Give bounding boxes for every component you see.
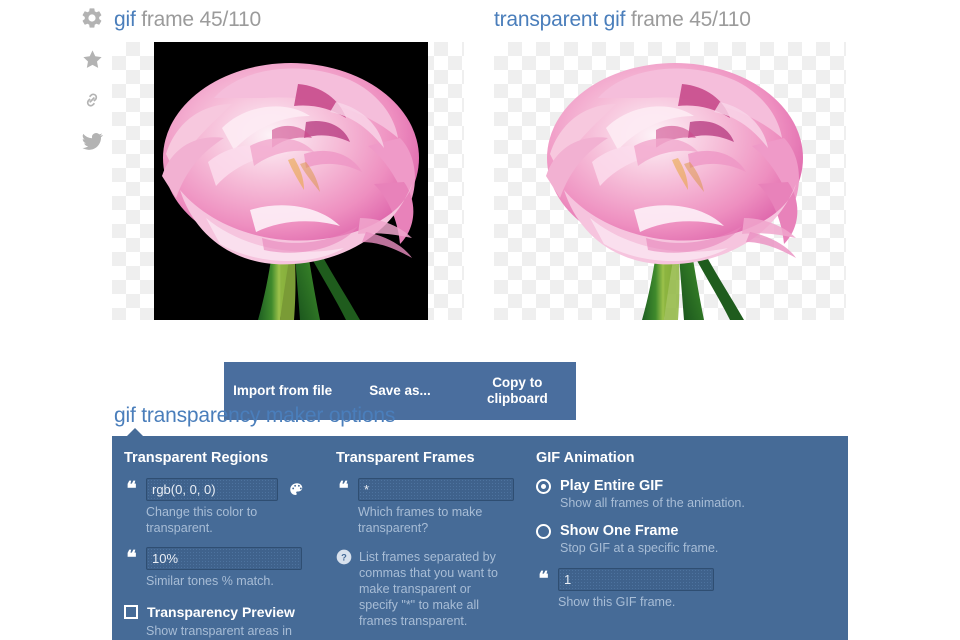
radio-play-entire-gif[interactable] <box>536 478 551 494</box>
transparency-preview-label[interactable]: Transparency Preview <box>147 604 295 620</box>
transparency-preview-hint: Show transparent areas in black and opaq… <box>146 624 292 638</box>
gif-preview-canvas[interactable] <box>112 42 464 320</box>
quote-icon[interactable]: ❝ <box>336 480 351 499</box>
gif-preview-card: Import from file Save as... Copy to clip… <box>112 42 576 420</box>
transparent-image-plate <box>530 42 820 320</box>
transparency-preview-row[interactable]: Transparency Preview <box>124 604 314 620</box>
transparent-color-input[interactable] <box>146 478 278 501</box>
radio-show-one-frame-hint: Stop GIF at a specific frame. <box>560 541 719 555</box>
radio-play-entire-gif-hint: Show all frames of the animation. <box>560 496 745 510</box>
frames-help-row: ? List frames separated by commas that y… <box>336 549 514 629</box>
question-mark-icon[interactable]: ? <box>336 549 352 565</box>
options-column-gif-animation: GIF Animation Play Entire GIF Show all f… <box>524 450 848 640</box>
star-icon[interactable] <box>78 45 106 73</box>
frames-hint: Which frames to make transparent? <box>358 505 483 535</box>
transparent-gif-preview-canvas[interactable] <box>494 42 846 320</box>
peony-flower-image-transparent <box>530 42 820 320</box>
color-field-row: ❝ <box>124 478 314 501</box>
tgif-title-accent: transparent gif <box>494 8 626 31</box>
gif-frame-number-hint: Show this GIF frame. <box>558 595 676 609</box>
gif-image-plate <box>154 42 428 320</box>
quote-icon[interactable]: ❝ <box>124 480 139 499</box>
app-root: gif frame 45/110 transparent gif frame 4… <box>0 0 960 640</box>
tolerance-field-row: ❝ <box>124 547 314 570</box>
radio-row-play-entire-gif[interactable]: Play Entire GIF <box>536 478 838 494</box>
frame-number-field-row: ❝ <box>536 568 838 591</box>
color-hint: Change this color to transparent. <box>146 505 258 535</box>
gif-title-rest: frame 45/110 <box>135 8 262 31</box>
import-from-file-button[interactable]: Import from file <box>224 383 341 399</box>
tolerance-input[interactable] <box>146 547 302 570</box>
transparent-regions-title: Transparent Regions <box>124 450 269 466</box>
quote-icon[interactable]: ❝ <box>124 549 139 568</box>
gif-title-accent: gif <box>114 8 136 31</box>
peony-flower-image <box>154 42 428 320</box>
radio-show-one-frame-label[interactable]: Show One Frame <box>560 523 678 539</box>
page-title-transparent-gif: transparent gif frame 45/110 <box>494 8 751 32</box>
radio-play-entire-gif-label[interactable]: Play Entire GIF <box>560 478 663 494</box>
frames-field-row: ❝ <box>336 478 514 501</box>
quote-icon[interactable]: ❝ <box>536 570 551 589</box>
options-heading: gif transparency maker options <box>114 404 396 427</box>
svg-text:?: ? <box>341 552 347 562</box>
copy-to-clipboard-button-left[interactable]: Copy to clipboard <box>459 375 576 406</box>
tolerance-hint: Similar tones % match. <box>146 574 274 588</box>
link-icon[interactable] <box>78 86 106 114</box>
save-as-button-left[interactable]: Save as... <box>341 383 458 399</box>
options-column-transparent-regions: Transparent Regions ❝ Change this color … <box>112 450 324 640</box>
gif-animation-title: GIF Animation <box>536 450 635 466</box>
transparent-gif-preview-card: Chain with... Save as... Copy to clipboa… <box>494 42 846 320</box>
transparent-frames-title: Transparent Frames <box>336 450 475 466</box>
palette-icon[interactable] <box>287 480 307 500</box>
options-panel: Transparent Regions ❝ Change this color … <box>112 428 848 640</box>
gear-icon[interactable] <box>78 4 106 32</box>
frames-help-text: List frames separated by commas that you… <box>359 550 498 628</box>
transparent-frames-input[interactable] <box>358 478 514 501</box>
transparency-preview-checkbox[interactable] <box>124 605 138 619</box>
options-column-transparent-frames: Transparent Frames ❝ Which frames to mak… <box>324 450 524 640</box>
tgif-title-rest: frame 45/110 <box>625 8 751 31</box>
gif-frame-number-input[interactable] <box>558 568 714 591</box>
page-title-gif: gif frame 45/110 <box>114 8 261 32</box>
radio-row-show-one-frame[interactable]: Show One Frame <box>536 523 838 539</box>
twitter-icon[interactable] <box>78 127 106 155</box>
left-icon-rail <box>74 4 110 155</box>
radio-show-one-frame[interactable] <box>536 523 551 539</box>
